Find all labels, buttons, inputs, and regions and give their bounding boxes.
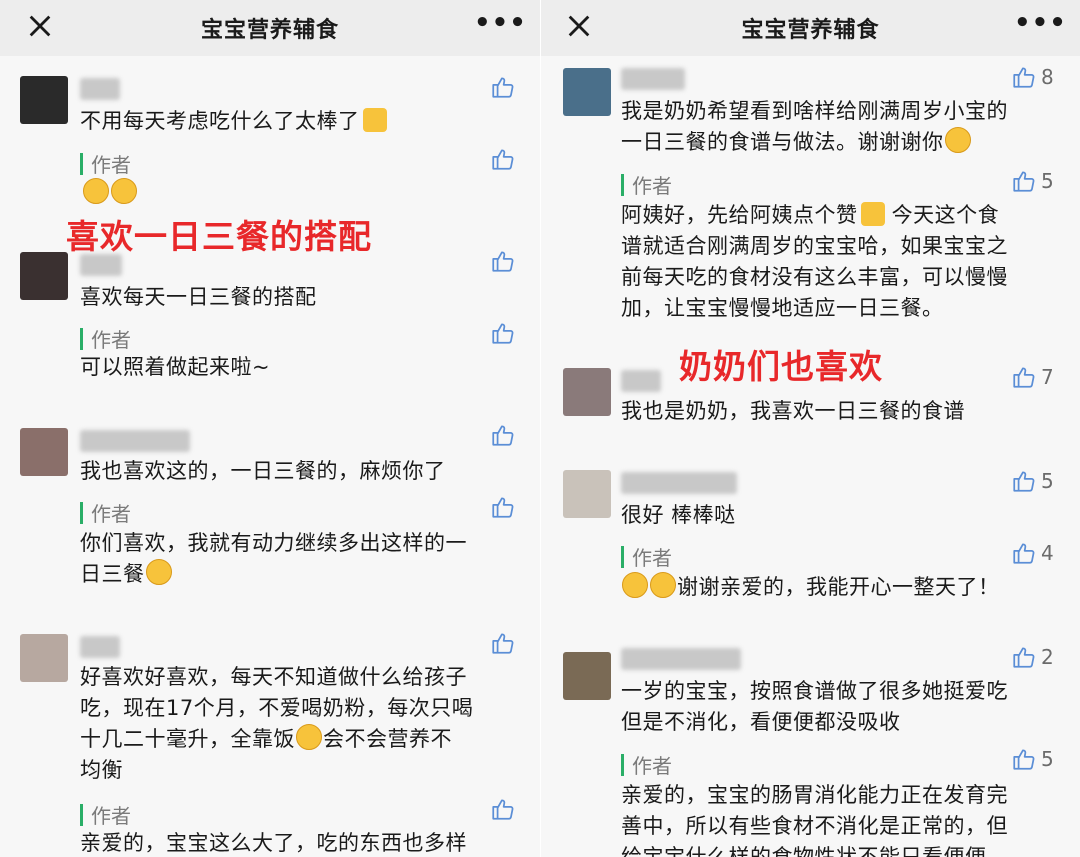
- avatar[interactable]: [20, 252, 68, 300]
- comment-text: 不用每天考虑吃什么了太棒了: [80, 106, 387, 137]
- like-button[interactable]: 4: [1011, 540, 1054, 566]
- like-icon[interactable]: [490, 422, 516, 448]
- comment-text: 喜欢每天一日三餐的搭配: [80, 285, 317, 309]
- nickname-blurred: [621, 68, 685, 90]
- comment-text: 一岁的宝宝，按照食谱做了很多她挺爱吃 但是不消化，看便便都没吸收: [621, 679, 1008, 734]
- overlay-caption: 喜欢一日三餐的搭配: [66, 217, 372, 256]
- thinking-emoji: [145, 559, 172, 585]
- reply-text: 亲爱的，宝宝这么大了，吃的东西也多样: [80, 831, 467, 855]
- comment-text: 很好 棒棒哒: [621, 503, 736, 527]
- thumbs-up-emoji: [860, 202, 885, 226]
- reply-text: 你们喜欢，我就有动力继续多出这样的一 日三餐: [80, 531, 467, 586]
- reply-text: 阿姨好，先给阿姨点个赞 今天这个食 谱就适合刚满周岁的宝宝哈，如果宝宝之 前每天…: [621, 202, 1008, 320]
- page-title: 宝宝营养辅食: [200, 18, 339, 43]
- like-icon: [1011, 746, 1037, 772]
- comment-text: 我也喜欢这的，一日三餐的，麻烦你了: [80, 459, 446, 483]
- smile-emoji: [622, 572, 648, 598]
- nickname-blurred: [80, 636, 120, 658]
- author-reply-label: 作者: [80, 498, 131, 527]
- avatar[interactable]: [563, 470, 611, 518]
- like-button[interactable]: 5: [1011, 746, 1054, 772]
- page-title: 宝宝营养辅食: [741, 18, 880, 43]
- left-screenshot: 宝宝营养辅食 ••• 不用每天考虑吃什么了太棒了 作者 喜欢一日三餐的搭配 喜欢…: [0, 0, 540, 857]
- comment-list[interactable]: 8 我是奶奶希望看到啥样给刚满周岁小宝的 一日三餐的食谱与做法。谢谢谢你 作者 …: [541, 56, 1080, 857]
- reply-text: 可以照着做起来啦~: [80, 355, 271, 379]
- nickname-blurred: [80, 430, 190, 452]
- like-icon[interactable]: [490, 320, 516, 346]
- like-button[interactable]: 7: [1011, 364, 1054, 390]
- like-button[interactable]: 2: [1011, 644, 1054, 670]
- like-icon[interactable]: [490, 796, 516, 822]
- like-icon: [1011, 64, 1037, 90]
- like-count: 5: [1041, 469, 1054, 493]
- kiss-emoji: [83, 178, 109, 204]
- more-icon[interactable]: •••: [1014, 10, 1066, 42]
- comment-text: 我是奶奶希望看到啥样给刚满周岁小宝的 一日三餐的食谱与做法。谢谢谢你: [621, 99, 1008, 154]
- nickname-blurred: [80, 254, 122, 276]
- reply-emoji: [82, 178, 138, 209]
- author-reply-label: 作者: [80, 149, 131, 178]
- like-count: 2: [1041, 645, 1054, 669]
- thumbs-up-emoji: [362, 108, 387, 132]
- reply-text: 谢谢亲爱的，我能开心一整天了！: [621, 572, 1000, 603]
- like-icon[interactable]: [490, 74, 516, 100]
- avatar[interactable]: [563, 368, 611, 416]
- author-reply-label: 作者: [621, 750, 672, 779]
- like-icon: [1011, 540, 1037, 566]
- like-count: 7: [1041, 365, 1054, 389]
- like-count: 5: [1041, 169, 1054, 193]
- like-count: 8: [1041, 65, 1054, 89]
- author-reply-label: 作者: [621, 170, 672, 199]
- nickname-blurred: [80, 78, 120, 100]
- comment-text: 我也是奶奶，我喜欢一日三餐的食谱: [621, 399, 965, 423]
- author-reply-label: 作者: [80, 324, 131, 353]
- nickname-blurred: [621, 472, 737, 494]
- smile-emoji: [650, 572, 676, 598]
- avatar[interactable]: [20, 634, 68, 682]
- reply-text: 亲爱的，宝宝的肠胃消化能力正在发育完 善中，所以有些食材不消化是正常的，但 给宝…: [621, 783, 1008, 857]
- smile-emoji: [944, 127, 971, 153]
- like-count: 5: [1041, 747, 1054, 771]
- like-icon: [1011, 468, 1037, 494]
- like-icon[interactable]: [490, 146, 516, 172]
- nickname-blurred: [621, 648, 741, 670]
- comment-text: 好喜欢好喜欢，每天不知道做什么给孩子 吃，现在17个月，不爱喝奶粉，每次只喝 十…: [80, 665, 474, 782]
- author-reply-label: 作者: [621, 542, 672, 571]
- like-icon: [1011, 364, 1037, 390]
- sad-emoji: [296, 724, 322, 750]
- more-icon[interactable]: •••: [474, 10, 526, 42]
- like-icon: [1011, 644, 1037, 670]
- avatar[interactable]: [20, 428, 68, 476]
- like-icon[interactable]: [490, 494, 516, 520]
- overlay-caption: 奶奶们也喜欢: [679, 347, 883, 386]
- like-button[interactable]: 5: [1011, 468, 1054, 494]
- avatar[interactable]: [20, 76, 68, 124]
- like-icon[interactable]: [490, 248, 516, 274]
- nav-bar: 宝宝营养辅食 •••: [0, 0, 540, 56]
- like-count: 4: [1041, 541, 1054, 565]
- like-icon[interactable]: [490, 630, 516, 656]
- nickname-blurred: [621, 370, 661, 392]
- avatar[interactable]: [563, 652, 611, 700]
- like-icon: [1011, 168, 1037, 194]
- comment-list[interactable]: 不用每天考虑吃什么了太棒了 作者 喜欢一日三餐的搭配 喜欢每天一日三餐的搭配 作…: [0, 56, 540, 857]
- like-button[interactable]: 5: [1011, 168, 1054, 194]
- nav-bar: 宝宝营养辅食 •••: [541, 0, 1080, 56]
- author-reply-label: 作者: [80, 800, 131, 829]
- like-button[interactable]: 8: [1011, 64, 1054, 90]
- kiss-emoji: [111, 178, 137, 204]
- right-screenshot: 宝宝营养辅食 ••• 8 我是奶奶希望看到啥样给刚满周岁小宝的 一日三餐的食谱与…: [541, 0, 1080, 857]
- avatar[interactable]: [563, 68, 611, 116]
